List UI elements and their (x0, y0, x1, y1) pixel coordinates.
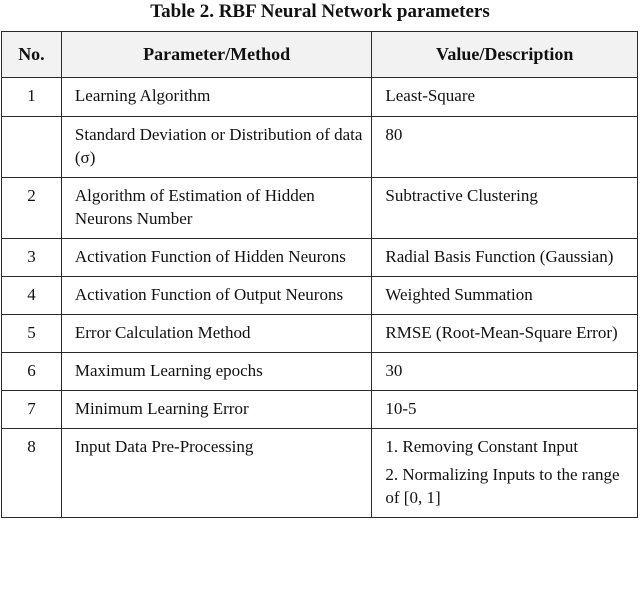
row-value: 10-5 (371, 390, 638, 429)
row-value-line: 80 (385, 125, 403, 144)
table-row: 5 Error Calculation Method RMSE (Root-Me… (1, 314, 638, 353)
parameters-table: No. Parameter/Method Value/Description 1… (1, 31, 638, 518)
row-number (1, 116, 62, 178)
row-parameter: Maximum Learning epochs (60, 352, 373, 391)
table-row: 3 Activation Function of Hidden Neurons … (1, 238, 638, 277)
row-number: 8 (1, 428, 62, 518)
row-value: 1. Removing Constant Input 2. Normalizin… (371, 428, 638, 518)
row-value-line: Weighted Summation (385, 285, 533, 304)
table-caption: Table 2. RBF Neural Network parameters (150, 1, 490, 22)
row-value: 80 (371, 116, 638, 178)
row-value-line: Subtractive Clustering (385, 186, 538, 205)
table-row: 6 Maximum Learning epochs 30 (1, 352, 638, 391)
row-value: Subtractive Clustering (371, 177, 638, 239)
row-parameter: Algorithm of Estimation of Hidden Neuron… (60, 177, 373, 239)
table-row: 1 Learning Algorithm Least-Square (1, 77, 638, 117)
table-header-row: No. Parameter/Method Value/Description (1, 31, 638, 78)
row-number: 3 (1, 238, 62, 277)
row-value: Least-Square (371, 77, 638, 117)
row-parameter: Activation Function of Output Neurons (60, 276, 373, 315)
row-number: 6 (1, 352, 62, 391)
table-row: 2 Algorithm of Estimation of Hidden Neur… (1, 177, 638, 239)
row-value-line: RMSE (Root-Mean-Square Error) (385, 323, 618, 342)
table-row: 7 Minimum Learning Error 10-5 (1, 390, 638, 429)
table-row: 8 Input Data Pre-Processing 1. Removing … (1, 428, 638, 518)
row-parameter: Activation Function of Hidden Neurons (60, 238, 373, 277)
table-row: Standard Deviation or Distribution of da… (1, 116, 638, 178)
row-number: 1 (1, 77, 62, 117)
row-parameter: Learning Algorithm (60, 77, 373, 117)
row-value: Weighted Summation (371, 276, 638, 315)
row-value-line: 10-5 (385, 399, 417, 418)
header-value: Value/Description (371, 31, 638, 78)
row-value: RMSE (Root-Mean-Square Error) (371, 314, 638, 353)
row-value-line: Least-Square (385, 86, 476, 105)
row-number: 7 (1, 390, 62, 429)
row-value-line: 2. Normalizing Inputs to the range of [0… (385, 465, 620, 507)
row-parameter: Error Calculation Method (60, 314, 373, 353)
row-value: Radial Basis Function (Gaussian) (371, 238, 638, 277)
table-row: 4 Activation Function of Output Neurons … (1, 276, 638, 315)
row-parameter: Standard Deviation or Distribution of da… (60, 116, 373, 178)
row-parameter: Minimum Learning Error (60, 390, 373, 429)
row-value: 30 (371, 352, 638, 391)
row-number: 5 (1, 314, 62, 353)
row-number: 4 (1, 276, 62, 315)
row-value-line: Radial Basis Function (Gaussian) (385, 247, 614, 266)
row-number: 2 (1, 177, 62, 239)
header-parameter: Parameter/Method (60, 31, 373, 78)
row-value-line: 30 (385, 361, 403, 380)
header-no: No. (1, 31, 62, 78)
row-value-line: 1. Removing Constant Input (385, 437, 579, 456)
row-parameter: Input Data Pre-Processing (60, 428, 373, 518)
